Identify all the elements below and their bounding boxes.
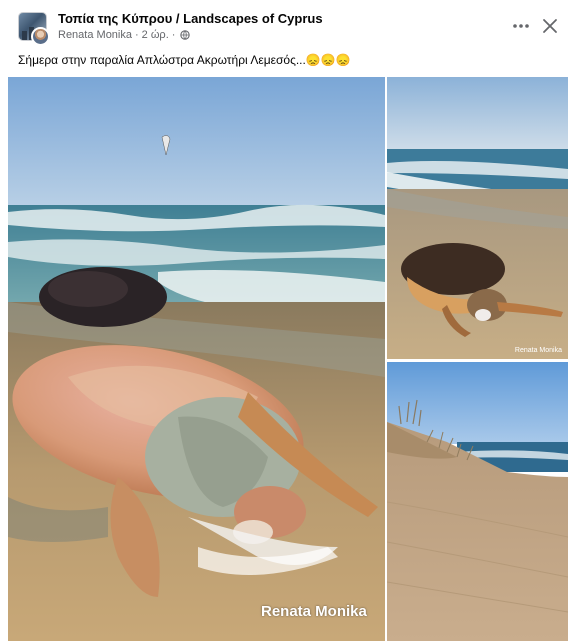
sand-dunes-image — [387, 362, 568, 641]
post-timestamp[interactable]: 2 ώρ. — [142, 29, 169, 41]
post-text: Σήμερα στην παραλία Απλώστρα Ακρωτήρι Λε… — [18, 53, 351, 67]
turtle-shore-image — [387, 77, 568, 359]
facebook-post: Τοπία της Κύπρου / Landscapes of Cyprus … — [0, 0, 568, 641]
post-meta: Renata Monika · 2 ώρ. · — [58, 29, 191, 41]
turtle-beach-image — [8, 77, 385, 641]
globe-icon[interactable] — [180, 30, 191, 40]
photo-turtle-beach[interactable]: Renata Monika — [8, 77, 385, 641]
photo-watermark-small: Renata Monika — [514, 347, 562, 354]
separator-dot: · — [171, 29, 176, 41]
more-horizontal-icon[interactable] — [510, 16, 532, 36]
group-name-link[interactable]: Τοπία της Κύπρου / Landscapes of Cyprus — [58, 11, 323, 26]
post-header: Τοπία της Κύπρου / Landscapes of Cyprus … — [0, 0, 568, 50]
photo-turtle-shore[interactable]: Renata Monika — [387, 77, 568, 359]
close-icon[interactable] — [540, 16, 560, 36]
photo-sand-dunes[interactable] — [387, 362, 568, 641]
author-name-link[interactable]: Renata Monika — [58, 29, 132, 41]
author-avatar[interactable] — [31, 27, 50, 46]
group-avatar[interactable] — [18, 12, 50, 46]
photo-watermark: Renata Monika — [261, 603, 367, 620]
separator-dot: · — [135, 29, 139, 41]
photo-grid: Renata Monika Renata Monika — [8, 77, 568, 641]
